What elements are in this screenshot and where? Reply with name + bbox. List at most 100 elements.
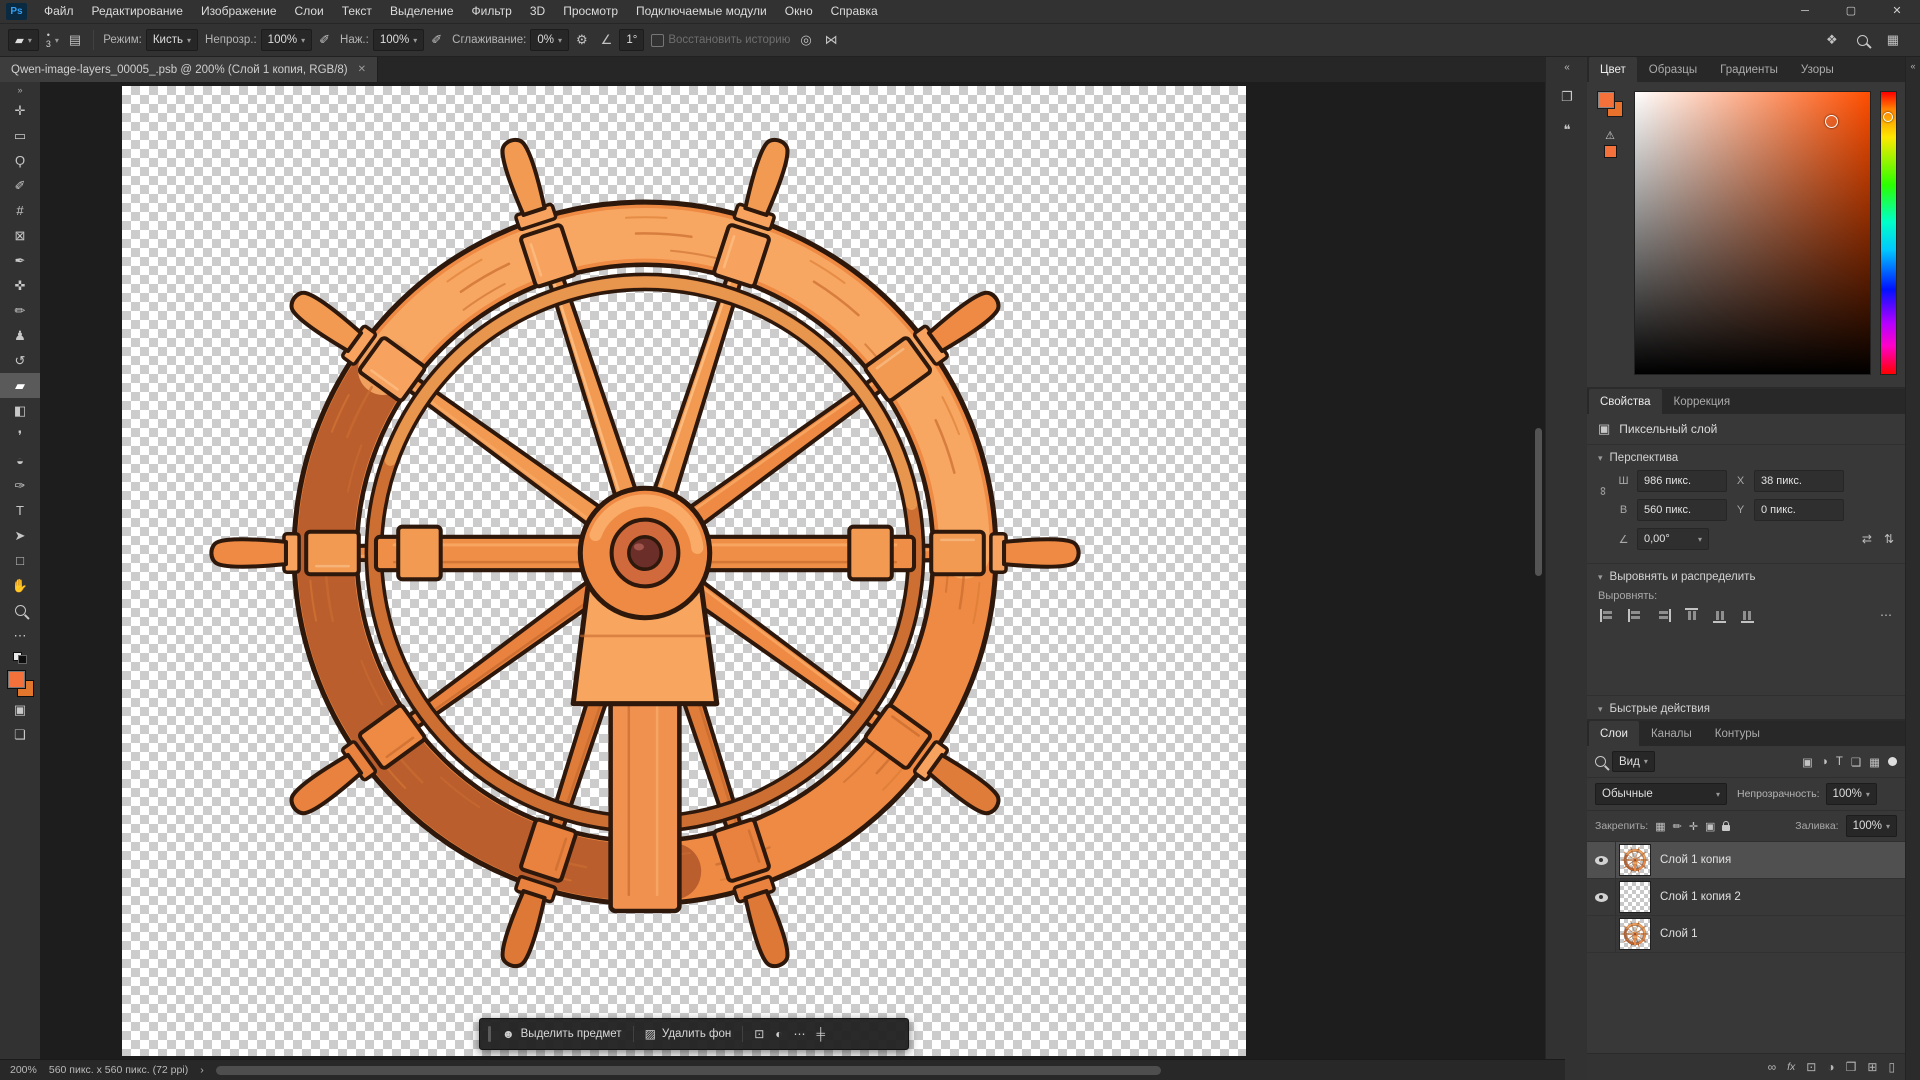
brush-size-picker[interactable]: •3 ▾ bbox=[46, 31, 59, 49]
history-brush-tool[interactable]: ↺ bbox=[0, 348, 40, 373]
expand-panels-icon[interactable]: « bbox=[1564, 59, 1570, 77]
tab-channels[interactable]: Каналы bbox=[1640, 721, 1703, 746]
align-center-horizontal-icon[interactable] bbox=[1628, 609, 1643, 622]
quick-mask-button[interactable]: ▣ bbox=[0, 697, 40, 722]
remove-background-button[interactable]: ▨ Удалить фон bbox=[645, 1027, 732, 1041]
document-tab[interactable]: Qwen-image-layers_00005_.psb @ 200% (Сло… bbox=[0, 57, 378, 82]
layer-thumbnail[interactable] bbox=[1616, 842, 1654, 878]
filter-type-layers-icon[interactable]: T bbox=[1836, 756, 1843, 768]
dodge-tool[interactable]: ◒ bbox=[0, 448, 40, 473]
color-picker-cursor[interactable] bbox=[1825, 115, 1838, 128]
zoom-tool[interactable] bbox=[0, 598, 40, 623]
align-right-icon[interactable] bbox=[1656, 609, 1671, 622]
layer-row-1[interactable]: Слой 1 копия bbox=[1587, 842, 1905, 879]
smoothing-select[interactable]: 0%▾ bbox=[530, 29, 569, 51]
minimize-button[interactable]: ─ bbox=[1782, 0, 1828, 23]
path-selection-tool[interactable]: ➤ bbox=[0, 523, 40, 548]
opacity-select[interactable]: 100%▾ bbox=[261, 29, 312, 51]
collapse-dock-icon[interactable]: « bbox=[1911, 61, 1916, 71]
align-left-icon[interactable] bbox=[1600, 609, 1615, 622]
adjustments-action-icon[interactable]: ◐ bbox=[775, 1027, 782, 1041]
layer-filter-select[interactable]: Вид▾ bbox=[1612, 751, 1655, 772]
filter-pixel-layers-icon[interactable]: ▣ bbox=[1802, 755, 1813, 769]
close-button[interactable]: ✕ bbox=[1874, 0, 1920, 23]
align-top-icon[interactable] bbox=[1685, 608, 1698, 623]
smoothing-gear-icon[interactable]: ⚙ bbox=[573, 32, 591, 48]
tab-paths[interactable]: Контуры bbox=[1704, 721, 1771, 746]
tab-adjustments[interactable]: Коррекция bbox=[1663, 389, 1742, 414]
layer-name[interactable]: Слой 1 копия bbox=[1660, 854, 1731, 866]
layer-row-3[interactable]: Слой 1 bbox=[1587, 916, 1905, 953]
filter-shape-layers-icon[interactable]: ❏ bbox=[1851, 755, 1861, 769]
rectangular-marquee-tool[interactable]: ▭ bbox=[0, 123, 40, 148]
document-canvas[interactable]: ☻ Выделить предмет ▨ Удалить фон ⊡ ◐ ⋯ ╪ bbox=[122, 86, 1246, 1056]
eyedropper-tool[interactable]: ✒ bbox=[0, 248, 40, 273]
brush-history-icon[interactable]: ◎ bbox=[797, 32, 814, 48]
menu-item[interactable]: Файл bbox=[35, 0, 83, 23]
brush-tool[interactable]: ✏ bbox=[0, 298, 40, 323]
tab-close-icon[interactable]: ✕ bbox=[358, 64, 366, 75]
lock-all-icon[interactable] bbox=[1722, 825, 1730, 831]
type-tool[interactable]: T bbox=[0, 498, 40, 523]
tab-layers[interactable]: Слои bbox=[1589, 721, 1639, 746]
horizontal-scrollbar-thumb[interactable] bbox=[216, 1066, 1161, 1075]
search-icon[interactable] bbox=[1857, 35, 1868, 46]
width-field[interactable]: 986 пикс. bbox=[1637, 470, 1727, 492]
add-layer-mask-icon[interactable]: ⊡ bbox=[1806, 1060, 1816, 1074]
crop-tool[interactable]: # bbox=[0, 198, 40, 223]
maximize-button[interactable]: ▢ bbox=[1828, 0, 1874, 23]
object-selection-tool[interactable]: ✐ bbox=[0, 173, 40, 198]
brush-settings-panel-toggle[interactable]: ▤ bbox=[66, 32, 84, 48]
hand-tool[interactable]: ✋ bbox=[0, 573, 40, 598]
y-field[interactable]: 0 пикс. bbox=[1754, 499, 1844, 521]
align-bottom-icon[interactable] bbox=[1741, 608, 1754, 623]
layer-effects-icon[interactable]: fx bbox=[1787, 1061, 1795, 1073]
pressure-flow-icon[interactable]: ✐ bbox=[428, 32, 445, 48]
tab-properties[interactable]: Свойства bbox=[1589, 389, 1662, 414]
flip-horizontal-icon[interactable]: ⇄ bbox=[1862, 532, 1872, 546]
frame-tool[interactable]: ⊠ bbox=[0, 223, 40, 248]
layer-name[interactable]: Слой 1 копия 2 bbox=[1660, 891, 1741, 903]
layer-thumbnail[interactable] bbox=[1616, 879, 1654, 915]
lock-position-icon[interactable]: ✛ bbox=[1689, 820, 1698, 833]
link-dimensions-icon[interactable]: ∞ bbox=[1596, 487, 1610, 496]
new-group-icon[interactable]: ❒ bbox=[1846, 1060, 1857, 1074]
more-tools-button[interactable]: ⋯ bbox=[0, 623, 40, 648]
menu-item[interactable]: Слои bbox=[286, 0, 333, 23]
paint-symmetry-icon[interactable]: ⋈ bbox=[822, 32, 841, 48]
filter-smart-objects-icon[interactable]: ▦ bbox=[1869, 755, 1880, 769]
height-field[interactable]: 560 пикс. bbox=[1637, 499, 1727, 521]
angle-input[interactable]: 1° bbox=[619, 29, 644, 51]
hue-slider[interactable] bbox=[1880, 91, 1897, 375]
default-colors-icon[interactable] bbox=[13, 652, 27, 664]
horizontal-scrollbar[interactable] bbox=[216, 1066, 1547, 1075]
eraser-tool[interactable]: ▰ bbox=[0, 373, 40, 398]
screen-mode-button[interactable]: ❏ bbox=[0, 722, 40, 747]
menu-item[interactable]: 3D bbox=[521, 0, 554, 23]
filter-adjustment-layers-icon[interactable]: ◑ bbox=[1821, 756, 1828, 768]
layer-visibility-toggle[interactable] bbox=[1587, 916, 1616, 952]
lock-artboard-icon[interactable]: ▣ bbox=[1705, 820, 1715, 833]
menu-item[interactable]: Справка bbox=[822, 0, 887, 23]
blend-mode-select[interactable]: Обычные▾ bbox=[1595, 783, 1727, 805]
menu-item[interactable]: Текст bbox=[333, 0, 381, 23]
vertical-scrollbar[interactable] bbox=[1535, 428, 1542, 576]
workspace-switcher-icon[interactable]: ▦ bbox=[1884, 32, 1902, 48]
pressure-opacity-icon[interactable]: ✐ bbox=[316, 32, 333, 48]
layer-visibility-toggle[interactable] bbox=[1587, 879, 1616, 915]
saturation-brightness-field[interactable] bbox=[1634, 91, 1871, 375]
lock-pixels-icon[interactable]: ✏ bbox=[1673, 820, 1682, 833]
layer-opacity-select[interactable]: 100%▾ bbox=[1826, 783, 1877, 805]
home-icon[interactable]: ❖ bbox=[1823, 32, 1841, 48]
select-subject-button[interactable]: ☻ Выделить предмет bbox=[502, 1027, 622, 1041]
new-adjustment-layer-icon[interactable]: ◑ bbox=[1827, 1060, 1834, 1074]
menu-item[interactable]: Просмотр bbox=[554, 0, 627, 23]
zoom-level[interactable]: 200% bbox=[10, 1064, 37, 1076]
menu-item[interactable]: Выделение bbox=[381, 0, 463, 23]
quick-actions-section-header[interactable]: ▾ Быстрые действия bbox=[1587, 695, 1905, 719]
dock-gutter[interactable]: « bbox=[1905, 57, 1920, 1080]
status-chevron-icon[interactable]: › bbox=[200, 1064, 204, 1076]
layer-row-2[interactable]: Слой 1 копия 2 bbox=[1587, 879, 1905, 916]
align-middle-vertical-icon[interactable] bbox=[1713, 608, 1726, 623]
pen-tool[interactable]: ✑ bbox=[0, 473, 40, 498]
